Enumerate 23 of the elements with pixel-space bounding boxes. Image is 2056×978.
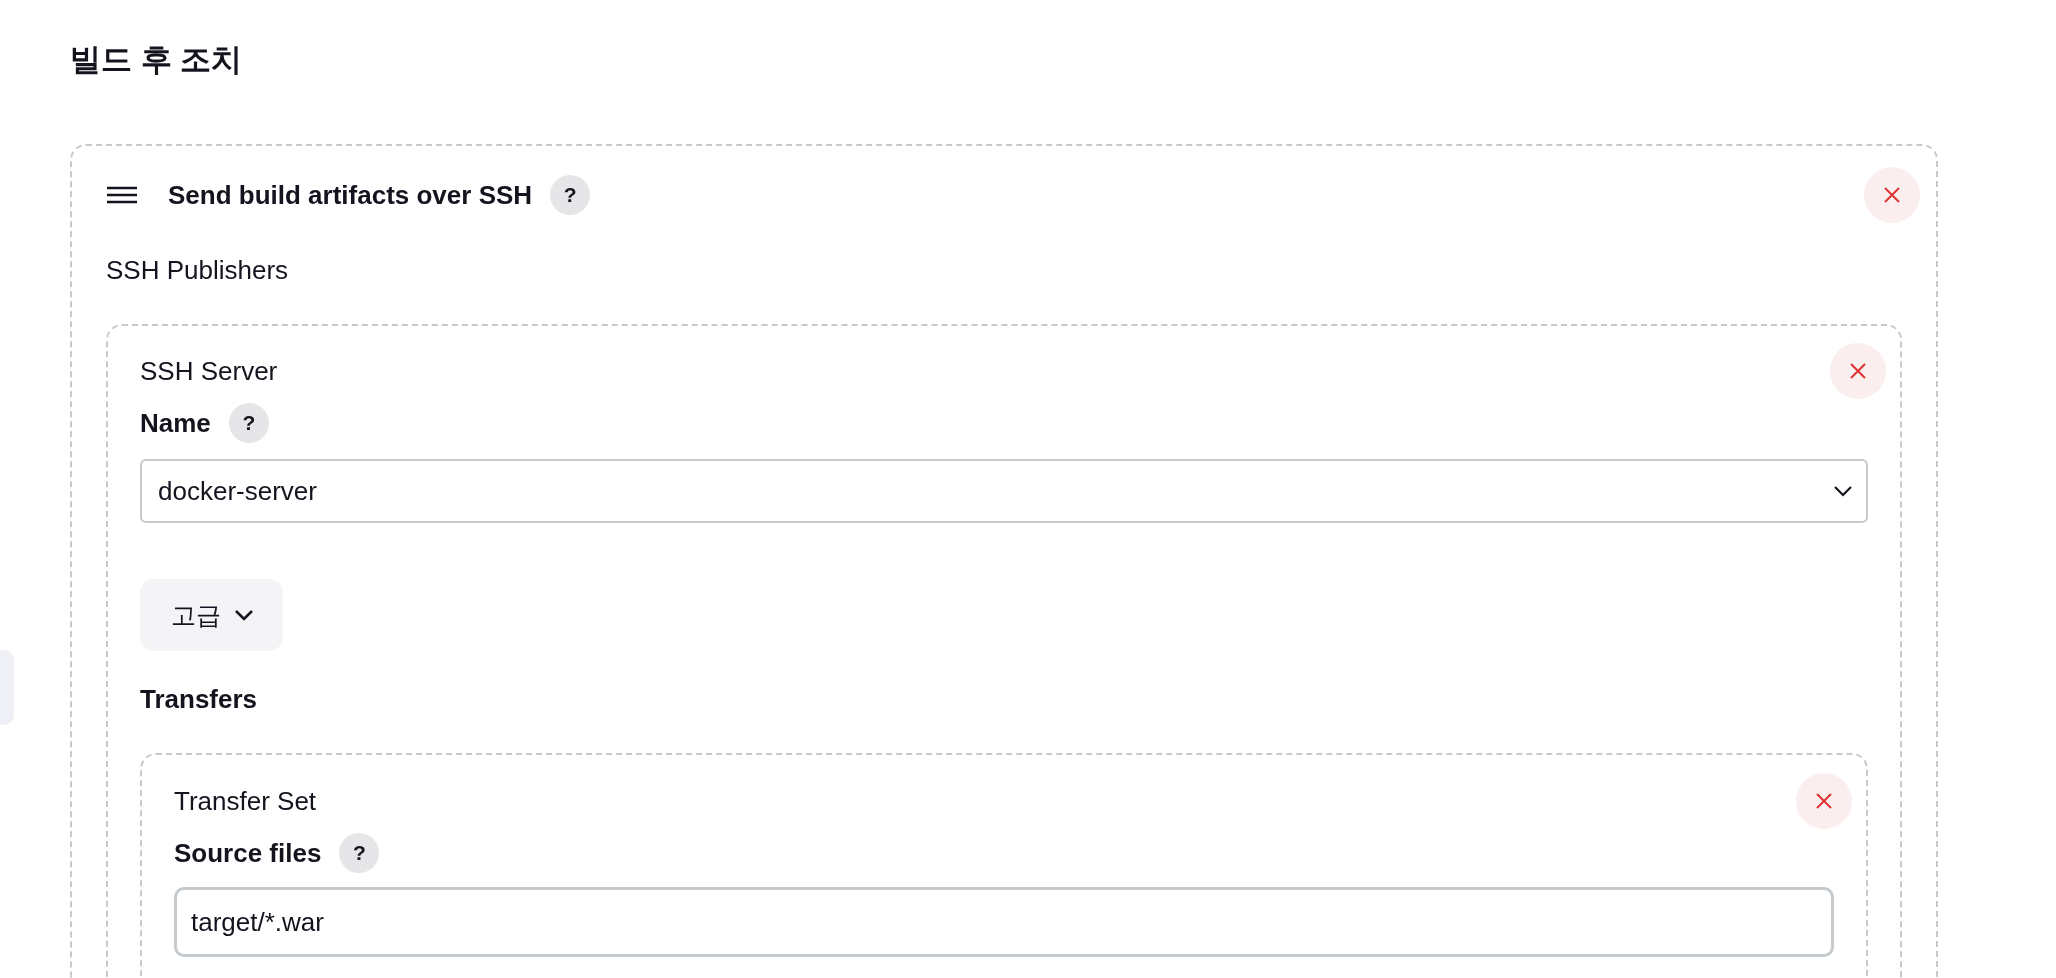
transfer-set-title: Transfer Set	[174, 785, 317, 818]
chevron-down-icon	[234, 609, 253, 621]
publisher-title: SSH Server	[140, 355, 278, 388]
field-label: Transfers	[140, 683, 258, 716]
close-icon	[1848, 361, 1868, 381]
delete-button[interactable]	[1830, 343, 1886, 399]
field-label: Source files	[174, 837, 322, 870]
help-button[interactable]: ?	[228, 403, 269, 443]
name-dropdown[interactable]: docker-server	[140, 459, 1868, 523]
help-button[interactable]: ?	[550, 175, 591, 215]
drag-handle-icon[interactable]	[106, 186, 138, 204]
close-icon	[1814, 791, 1834, 811]
section-heading: 빌드 후 조치	[70, 41, 243, 79]
field-label: Name	[140, 407, 211, 440]
chevron-down-icon	[1834, 485, 1852, 497]
advanced-button[interactable]: 고급	[140, 579, 283, 651]
close-icon	[1882, 185, 1902, 205]
step-title: Send build artifacts over SSH	[168, 179, 533, 211]
help-button[interactable]: ?	[339, 833, 380, 873]
delete-button[interactable]	[1796, 773, 1852, 829]
source-files-field[interactable]: target/*.war	[174, 887, 1834, 957]
delete-button[interactable]	[1864, 167, 1920, 223]
field-label: SSH Publishers	[106, 254, 289, 287]
